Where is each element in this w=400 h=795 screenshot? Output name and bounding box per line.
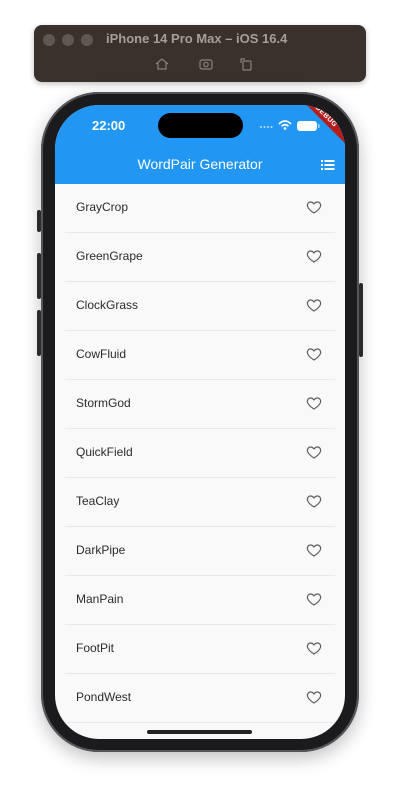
word-pair-label: ClockGrass xyxy=(76,298,139,312)
phone-screen: 22:00 DEBUG WordPair Generator GrayCrop … xyxy=(55,105,345,739)
minimize-window-button[interactable] xyxy=(62,34,74,46)
list-item[interactable]: StormGod xyxy=(65,380,335,429)
word-pair-list: GrayCrop GreenGrape ClockGrass CowFluid Stor… xyxy=(55,184,345,723)
list-item[interactable]: TeaClay xyxy=(65,478,335,527)
word-pair-label: PondWest xyxy=(76,690,132,704)
heart-icon[interactable] xyxy=(306,542,322,558)
list-item[interactable]: PondWest xyxy=(65,674,335,723)
list-item[interactable]: FootPit xyxy=(65,625,335,674)
word-pair-label: GrayCrop xyxy=(76,200,129,214)
battery-icon xyxy=(297,121,320,131)
heart-icon[interactable] xyxy=(306,689,322,705)
word-pair-label: GreenGrape xyxy=(76,249,143,263)
heart-icon[interactable] xyxy=(306,199,322,215)
list-item[interactable]: ManPain xyxy=(65,576,335,625)
home-icon[interactable] xyxy=(154,56,170,72)
simulator-title-bar: iPhone 14 Pro Max – iOS 16.4 xyxy=(34,25,366,82)
heart-icon[interactable] xyxy=(306,640,322,656)
heart-icon[interactable] xyxy=(306,395,322,411)
status-time: 22:00 xyxy=(92,118,126,133)
list-item[interactable]: GreenGrape xyxy=(65,233,335,282)
volume-down-button xyxy=(37,310,41,356)
wifi-icon xyxy=(278,120,292,130)
list-item[interactable]: GrayCrop xyxy=(65,184,335,233)
rotate-icon[interactable] xyxy=(238,56,254,72)
word-pair-label: StormGod xyxy=(76,396,131,410)
signal-icon xyxy=(260,126,273,128)
app-bar: 22:00 DEBUG WordPair Generator xyxy=(55,105,345,184)
heart-icon[interactable] xyxy=(306,493,322,509)
home-indicator[interactable] xyxy=(147,730,252,734)
word-pair-label: FootPit xyxy=(76,641,115,655)
simulator-title: iPhone 14 Pro Max – iOS 16.4 xyxy=(106,31,288,46)
list-item[interactable]: ClockGrass xyxy=(65,282,335,331)
zoom-window-button[interactable] xyxy=(81,34,93,46)
word-pair-label: QuickField xyxy=(76,445,133,459)
list-item[interactable]: DarkPipe xyxy=(65,527,335,576)
volume-up-button xyxy=(37,253,41,299)
dynamic-island xyxy=(158,113,243,138)
list-item[interactable]: QuickField xyxy=(65,429,335,478)
heart-icon[interactable] xyxy=(306,248,322,264)
word-pair-label: ManPain xyxy=(76,592,124,606)
heart-icon[interactable] xyxy=(306,591,322,607)
status-icons xyxy=(255,117,325,133)
action-button xyxy=(37,210,41,232)
word-pair-label: TeaClay xyxy=(76,494,120,508)
list-icon[interactable] xyxy=(321,158,335,170)
heart-icon[interactable] xyxy=(306,297,322,313)
page-title: WordPair Generator xyxy=(137,156,263,172)
close-window-button[interactable] xyxy=(43,34,55,46)
word-pair-label: CowFluid xyxy=(76,347,127,361)
heart-icon[interactable] xyxy=(306,346,322,362)
word-pair-label: DarkPipe xyxy=(76,543,126,557)
heart-icon[interactable] xyxy=(306,444,322,460)
power-button xyxy=(359,283,363,357)
list-item[interactable]: CowFluid xyxy=(65,331,335,380)
screenshot-icon[interactable] xyxy=(198,56,214,72)
